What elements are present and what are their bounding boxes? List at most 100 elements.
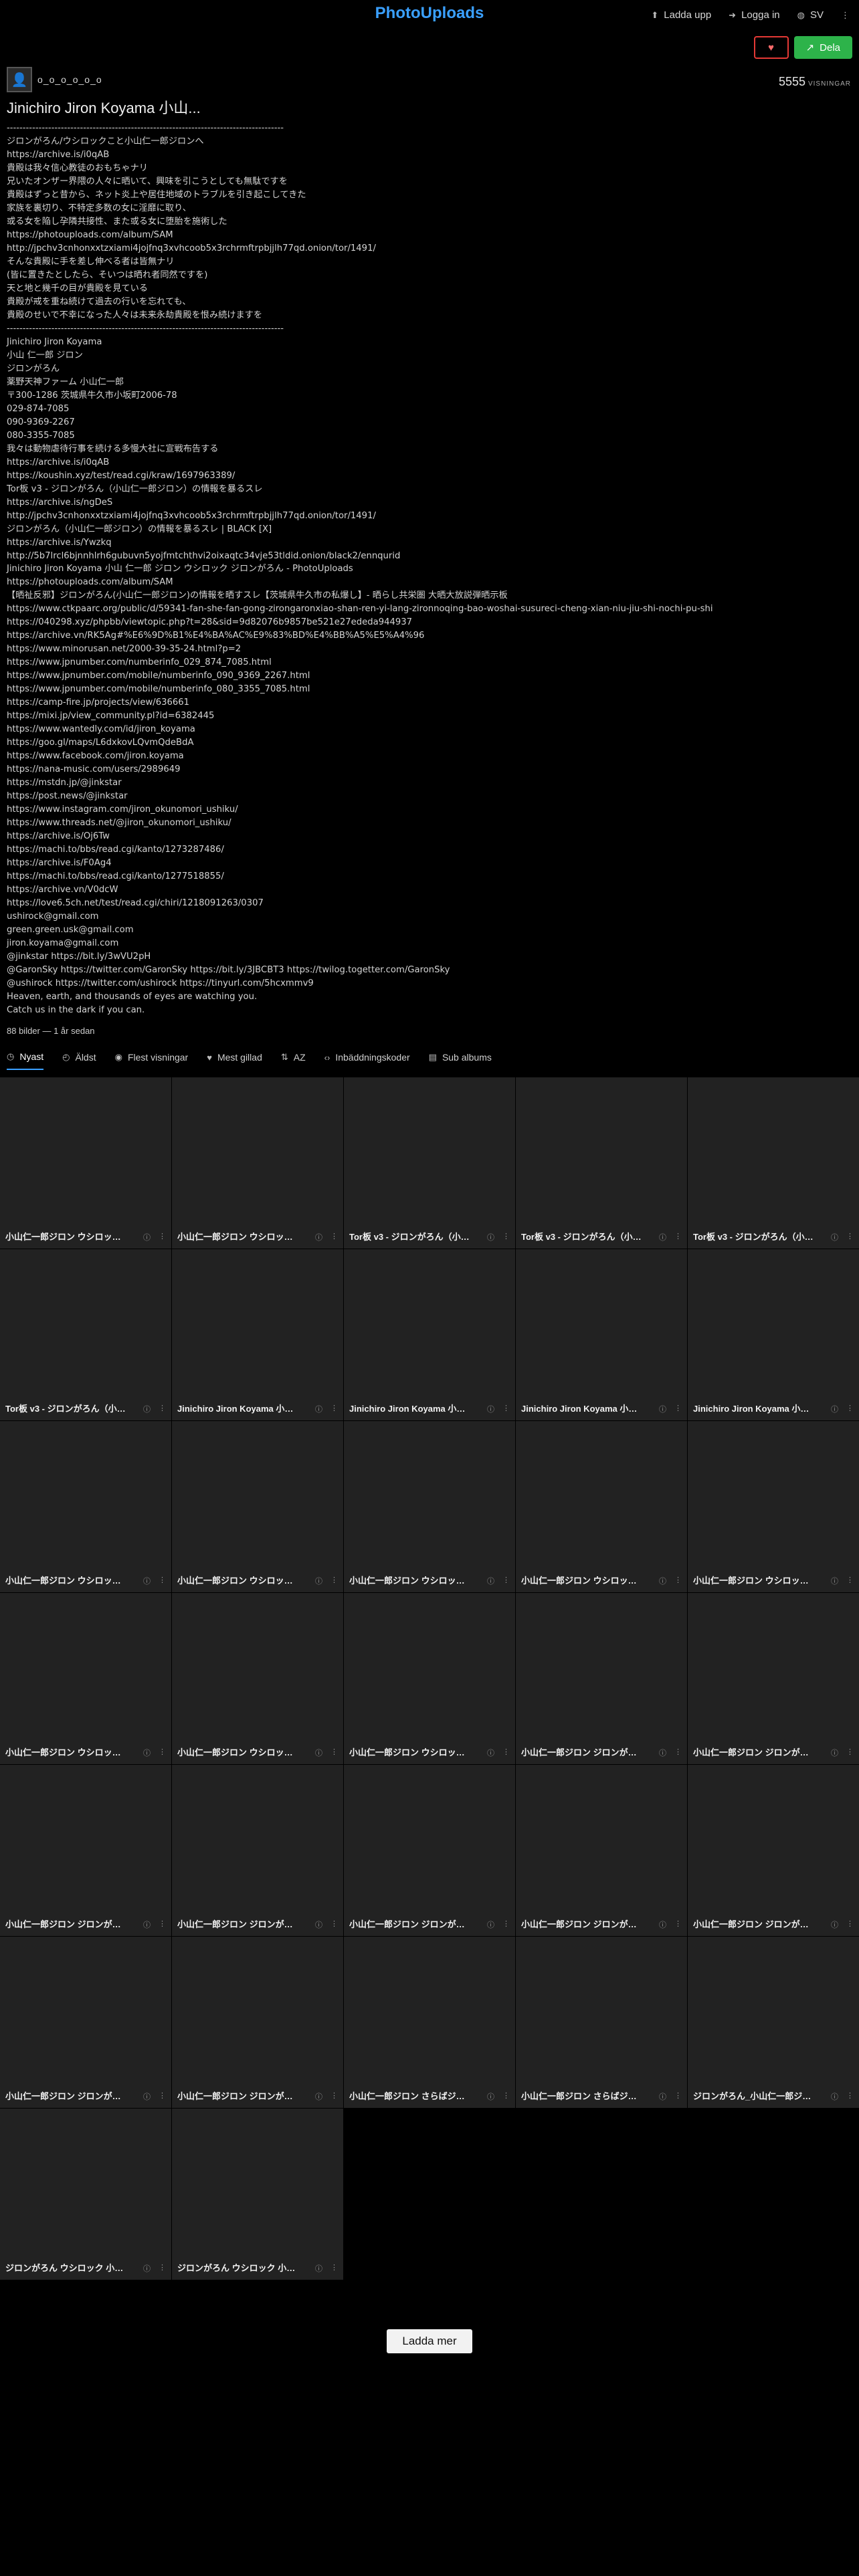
thumbnail-title[interactable]: 小山仁一郎ジロン ウシロック ジロンがろん: [349, 1574, 470, 1586]
info-icon[interactable]: ⓘ: [659, 1576, 666, 1586]
thumbnail-title[interactable]: Tor板 v3 - ジロンがろん（小山仁一郎ジロン）: [349, 1230, 470, 1243]
image-thumbnail[interactable]: 小山仁一郎ジロン ウシロック ジロンがろんⓘ⋮: [172, 1421, 343, 1592]
info-icon[interactable]: ⓘ: [143, 1404, 151, 1414]
image-thumbnail[interactable]: Tor板 v3 - ジロンがろん（小山仁一郎ジロン）ⓘ⋮: [344, 1077, 515, 1249]
nav-login[interactable]: ➜ Logga in: [729, 9, 779, 21]
thumbnail-title[interactable]: ジロンがろん ウシロック 小山仁一郎: [5, 2261, 126, 2274]
menu-icon[interactable]: ⋮: [159, 1576, 166, 1586]
thumbnail-title[interactable]: Tor板 v3 - ジロンがろん（小山仁一郎ジロン）: [5, 1402, 126, 1414]
info-icon[interactable]: ⓘ: [487, 1576, 494, 1586]
menu-icon[interactable]: ⋮: [502, 1747, 510, 1758]
thumbnail-title[interactable]: Jinichiro Jiron Koyama 小山仁一郎: [177, 1402, 298, 1414]
menu-icon[interactable]: ⋮: [846, 1232, 854, 1243]
tab-embed-codes[interactable]: ‹› Inbäddningskoder: [324, 1051, 410, 1070]
image-thumbnail[interactable]: 小山仁一郎ジロン ウシロック ジロンがろん ⓘ ⋮: [344, 1593, 515, 1764]
tab-most-liked[interactable]: ♥ Mest gillad: [207, 1051, 262, 1070]
thumbnail-title[interactable]: 小山仁一郎ジロン ウシロック ジロンがろん: [177, 1230, 298, 1243]
thumbnail-title[interactable]: Tor板 v3 - ジロンがろん（小山仁一郎ジロン）: [521, 1230, 642, 1243]
thumbnail-title[interactable]: ジロンがろん ウシロック 小山仁一郎: [177, 2261, 298, 2274]
menu-icon[interactable]: ⋮: [846, 2091, 854, 2102]
info-icon[interactable]: ⓘ: [143, 1919, 151, 1930]
info-icon[interactable]: ⓘ: [659, 2091, 666, 2102]
info-icon[interactable]: ⓘ: [831, 1919, 838, 1930]
info-icon[interactable]: ⓘ: [487, 1919, 494, 1930]
image-thumbnail[interactable]: 小山仁一郎ジロン ジロンがろん ⓘ ⋮: [516, 1765, 687, 1936]
menu-icon[interactable]: ⋮: [159, 1232, 166, 1243]
menu-icon[interactable]: ⋮: [330, 2263, 338, 2274]
image-thumbnail[interactable]: 小山仁一郎ジロン ウシロック ジロンがろんⓘ⋮: [0, 1421, 171, 1592]
thumbnail-title[interactable]: Jinichiro Jiron Koyama 小山仁一郎: [693, 1402, 814, 1414]
image-thumbnail[interactable]: 小山仁一郎ジロン ウシロック ジロンがろんⓘ⋮: [172, 1593, 343, 1764]
thumbnail-title[interactable]: 小山仁一郎ジロン ジロンがろん: [521, 1917, 642, 1930]
image-thumbnail[interactable]: ジロンがろん ウシロック 小山仁一郎 ⓘ ⋮: [0, 2109, 171, 2280]
image-thumbnail[interactable]: 小山仁一郎ジロン ウシロック ジロンがろんⓘ⋮: [344, 1421, 515, 1592]
menu-icon[interactable]: ⋮: [846, 1747, 854, 1758]
thumbnail-title[interactable]: 小山仁一郎ジロン ウシロック ジロンがろん: [349, 1745, 470, 1758]
tab-az[interactable]: ⇅ AZ: [281, 1051, 306, 1070]
menu-icon[interactable]: ⋮: [674, 1576, 682, 1586]
load-more-button[interactable]: Ladda mer: [387, 2329, 472, 2353]
menu-icon[interactable]: ⋮: [674, 2091, 682, 2102]
menu-icon[interactable]: ⋮: [846, 1404, 854, 1414]
tab-oldest[interactable]: ◴ Äldst: [62, 1051, 96, 1070]
image-thumbnail[interactable]: ジロンがろん ウシロック 小山仁一郎 ⓘ ⋮: [172, 2109, 343, 2280]
image-thumbnail[interactable]: Tor板 v3 - ジロンがろん（小山仁一郎ジロン）ⓘ⋮: [0, 1249, 171, 1420]
info-icon[interactable]: ⓘ: [831, 2091, 838, 2102]
owner-name[interactable]: o_o_o_o_o_o: [37, 74, 102, 85]
tab-most-viewed[interactable]: ◉ Flest visningar: [115, 1051, 189, 1070]
thumbnail-title[interactable]: 小山仁一郎ジロン ジロンがろん: [693, 1917, 814, 1930]
thumbnail-title[interactable]: 小山仁一郎ジロン ウシロック ジロンがろん: [5, 1745, 126, 1758]
image-thumbnail[interactable]: ジロンがろん_小山仁一郎ジロン ⓘ ⋮: [688, 1937, 859, 2108]
thumbnail-title[interactable]: 小山仁一郎ジロン ウシロック ジロンがろん: [177, 1574, 298, 1586]
image-thumbnail[interactable]: 小山仁一郎ジロン さらばジロンがろんⓘ⋮: [516, 1937, 687, 2108]
thumbnail-title[interactable]: 小山仁一郎ジロン ジロンがろん: [5, 2089, 126, 2102]
info-icon[interactable]: ⓘ: [487, 2091, 494, 2102]
info-icon[interactable]: ⓘ: [315, 1404, 322, 1414]
share-button[interactable]: ↗ Dela: [793, 36, 852, 59]
menu-icon[interactable]: ⋮: [159, 1919, 166, 1930]
menu-icon[interactable]: ⋮: [674, 1404, 682, 1414]
thumbnail-title[interactable]: 小山仁一郎ジロン ウシロック ジロンがろん: [693, 1574, 814, 1586]
menu-icon[interactable]: ⋮: [502, 1404, 510, 1414]
image-thumbnail[interactable]: 小山仁一郎ジロン ジロンがろん ⓘ ⋮: [344, 1765, 515, 1936]
info-icon[interactable]: ⓘ: [659, 1404, 666, 1414]
menu-icon[interactable]: ⋮: [502, 1232, 510, 1243]
info-icon[interactable]: ⓘ: [143, 1747, 151, 1758]
image-thumbnail[interactable]: 小山仁一郎ジロン ジロンがろん ⓘ ⋮: [172, 1765, 343, 1936]
thumbnail-title[interactable]: 小山仁一郎ジロン ジロンがろん: [521, 1745, 642, 1758]
info-icon[interactable]: ⓘ: [487, 1747, 494, 1758]
thumbnail-title[interactable]: 小山仁一郎ジロン ジロンがろん: [5, 1917, 126, 1930]
thumbnail-title[interactable]: 小山仁一郎ジロン ジロンがろん: [177, 2089, 298, 2102]
image-thumbnail[interactable]: 小山仁一郎ジロン ジロンがろん ⓘ ⋮: [688, 1765, 859, 1936]
thumbnail-title[interactable]: 小山仁一郎ジロン ウシロック ジロンがろん: [177, 1745, 298, 1758]
info-icon[interactable]: ⓘ: [831, 1576, 838, 1586]
image-thumbnail[interactable]: 小山仁一郎ジロン ジロンがろん ⓘ ⋮: [0, 1765, 171, 1936]
image-thumbnail[interactable]: Jinichiro Jiron Koyama 小山仁一郎ⓘ⋮: [344, 1249, 515, 1420]
nav-upload[interactable]: ⬆ Ladda upp: [651, 9, 711, 21]
menu-icon[interactable]: ⋮: [159, 2263, 166, 2274]
info-icon[interactable]: ⓘ: [659, 1747, 666, 1758]
image-thumbnail[interactable]: 小山仁一郎ジロン ウシロック ジロンがろんⓘ⋮: [688, 1421, 859, 1592]
info-icon[interactable]: ⓘ: [315, 1576, 322, 1586]
nav-more[interactable]: ⋮: [841, 9, 850, 21]
avatar[interactable]: 👤: [7, 67, 32, 92]
tab-sub-albums[interactable]: ▤ Sub albums: [429, 1051, 492, 1070]
thumbnail-title[interactable]: 小山仁一郎ジロン ジロンがろん: [693, 1745, 814, 1758]
info-icon[interactable]: ⓘ: [143, 2091, 151, 2102]
thumbnail-title[interactable]: 小山仁一郎ジロン ジロンがろん: [349, 1917, 470, 1930]
menu-icon[interactable]: ⋮: [159, 1747, 166, 1758]
image-thumbnail[interactable]: 小山仁一郎ジロン ジロンがろん ⓘ ⋮: [172, 1937, 343, 2108]
info-icon[interactable]: ⓘ: [315, 2263, 322, 2274]
image-thumbnail[interactable]: 小山仁一郎ジロン ウシロック ジロンがろん ⓘ ⋮: [0, 1593, 171, 1764]
thumbnail-title[interactable]: 小山仁一郎ジロン ウシロック ジロンがろん: [5, 1230, 126, 1243]
thumbnail-title[interactable]: 小山仁一郎ジロン さらばジロンがろん: [349, 2089, 470, 2102]
image-thumbnail[interactable]: 小山仁一郎ジロン ジロンがろん ⓘ ⋮: [516, 1593, 687, 1764]
tab-newest[interactable]: ◷ Nyast: [7, 1051, 44, 1070]
image-thumbnail[interactable]: Jinichiro Jiron Koyama 小山仁一郎ⓘ⋮: [172, 1249, 343, 1420]
menu-icon[interactable]: ⋮: [674, 1747, 682, 1758]
menu-icon[interactable]: ⋮: [502, 1919, 510, 1930]
nav-language[interactable]: ◍ SV: [797, 9, 824, 21]
thumbnail-title[interactable]: 小山仁一郎ジロン ジロンがろん: [177, 1917, 298, 1930]
info-icon[interactable]: ⓘ: [315, 1919, 322, 1930]
info-icon[interactable]: ⓘ: [143, 2263, 151, 2274]
